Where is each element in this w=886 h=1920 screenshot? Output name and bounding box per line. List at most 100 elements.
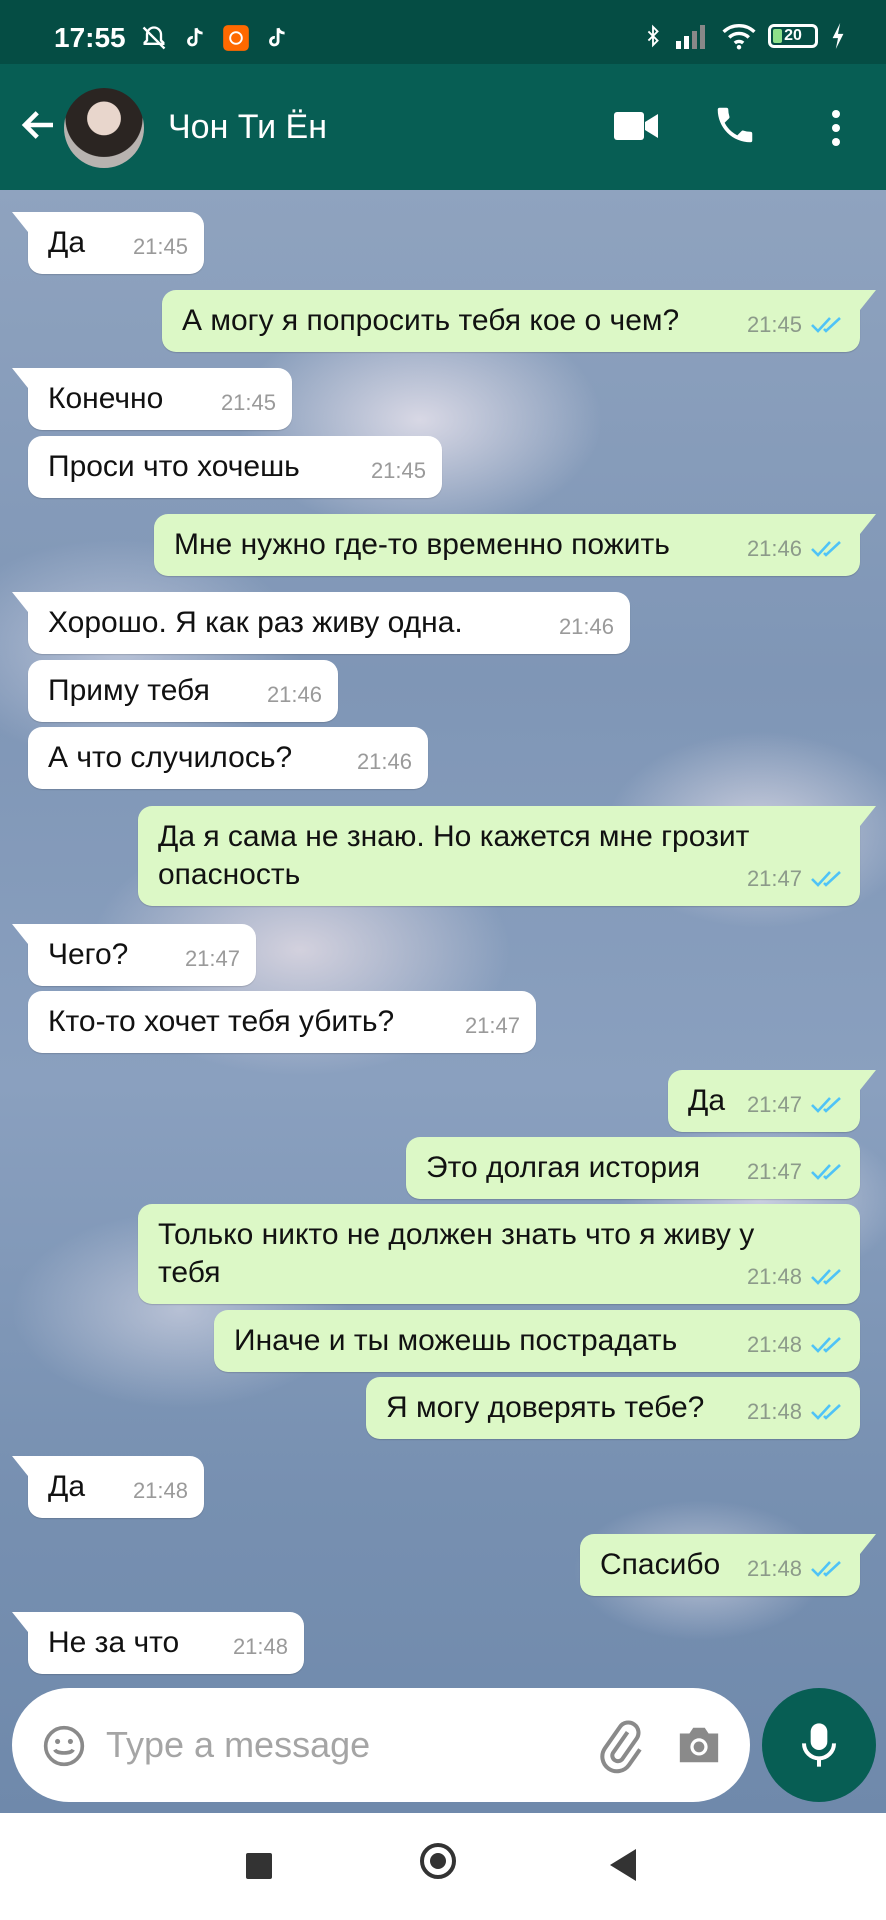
- message-text: Хорошо. Я как раз живу одна.: [48, 606, 463, 639]
- camera-icon[interactable]: [674, 1722, 724, 1768]
- message-text: Мне нужно где-то временно пожить: [174, 528, 670, 561]
- message-text: Только никто не должен знать что я живу …: [158, 1218, 763, 1289]
- message-meta: 21:47: [747, 1153, 844, 1191]
- microphone-icon: [802, 1723, 836, 1767]
- mi-app-icon: [223, 25, 249, 51]
- status-time: 17:55: [54, 22, 126, 53]
- message-time: 21:48: [132, 1478, 188, 1503]
- mute-bell-icon: [142, 26, 166, 50]
- message-list[interactable]: Да 21:45 А могу я попросить тебя кое о ч…: [0, 190, 886, 1813]
- message-meta: 21:48: [233, 1628, 288, 1666]
- message-bubble[interactable]: Приму тебя 21:46: [28, 660, 338, 722]
- voice-record-button[interactable]: [762, 1688, 876, 1802]
- bluetooth-icon: [647, 24, 659, 48]
- message-meta: 21:48: [747, 1550, 844, 1588]
- message-bubble[interactable]: Да 21:47: [668, 1070, 876, 1132]
- message-text: Не за что: [48, 1626, 180, 1659]
- message-bubble[interactable]: Конечно 21:45: [12, 368, 292, 430]
- system-icons: 20: [642, 22, 846, 50]
- read-receipt-icon: [811, 541, 841, 557]
- message-bubble[interactable]: Чего? 21:47: [12, 924, 256, 986]
- message-meta: 21:46: [747, 530, 844, 568]
- back-button[interactable]: [610, 1849, 636, 1881]
- contact-name[interactable]: Чон Ти Ён: [168, 108, 327, 147]
- message-time: 21:45: [132, 234, 188, 259]
- message-text: Да: [48, 1470, 86, 1503]
- read-receipt-icon: [811, 871, 841, 887]
- message-time: 21:45: [220, 390, 276, 415]
- message-time: 21:46: [266, 682, 322, 707]
- message-bubble[interactable]: Не за что 21:48: [12, 1612, 304, 1674]
- tiktok-icon: [187, 27, 203, 47]
- system-nav-bar: [0, 1813, 886, 1920]
- message-time: 21:46: [746, 536, 802, 561]
- message-text: Я могу доверять тебе?: [386, 1391, 705, 1424]
- message-text: Проси что хочешь: [48, 450, 300, 483]
- message-time: 21:46: [356, 749, 412, 774]
- battery-icon: 20: [768, 24, 818, 48]
- message-meta: 21:48: [747, 1258, 844, 1296]
- attach-icon[interactable]: [594, 1720, 648, 1774]
- message-meta: 21:45: [371, 452, 426, 490]
- recent-apps-button[interactable]: [246, 1853, 272, 1879]
- message-bubble[interactable]: Да я сама не знаю. Но кажется мне грозит…: [138, 806, 876, 906]
- message-time: 21:48: [232, 1634, 288, 1659]
- message-bubble[interactable]: Спасибо 21:48: [580, 1534, 876, 1596]
- wifi-icon: [722, 24, 756, 50]
- more-options-icon[interactable]: [826, 108, 846, 148]
- read-receipt-icon: [811, 1164, 841, 1180]
- back-arrow-icon[interactable]: [18, 104, 60, 146]
- message-input[interactable]: [104, 1714, 588, 1776]
- message-bubble[interactable]: Да 21:45: [12, 212, 204, 274]
- message-meta: 21:47: [465, 1007, 520, 1045]
- read-receipt-icon: [811, 1269, 841, 1285]
- voice-call-icon[interactable]: [712, 102, 758, 148]
- message-time: 21:47: [746, 866, 802, 891]
- message-composer: [12, 1688, 750, 1802]
- message-meta: 21:48: [133, 1472, 188, 1510]
- message-bubble[interactable]: Иначе и ты можешь пострадать 21:48: [214, 1310, 860, 1372]
- message-text: Приму тебя: [48, 674, 210, 707]
- message-bubble[interactable]: А что случилось? 21:46: [28, 727, 428, 789]
- read-receipt-icon: [811, 1097, 841, 1113]
- message-bubble[interactable]: Только никто не должен знать что я живу …: [138, 1204, 860, 1304]
- message-text: Да я сама не знаю. Но кажется мне грозит…: [158, 820, 758, 891]
- message-time: 21:47: [746, 1092, 802, 1117]
- message-meta: 21:46: [559, 608, 614, 646]
- message-meta: 21:47: [747, 1086, 844, 1124]
- message-bubble[interactable]: Да 21:48: [12, 1456, 204, 1518]
- battery-level: 20: [784, 27, 802, 44]
- message-time: 21:47: [184, 946, 240, 971]
- message-bubble[interactable]: Я могу доверять тебе? 21:48: [366, 1377, 860, 1439]
- message-time: 21:48: [746, 1399, 802, 1424]
- message-text: Да: [688, 1084, 726, 1117]
- message-text: А что случилось?: [48, 741, 293, 774]
- message-time: 21:47: [464, 1013, 520, 1038]
- read-receipt-icon: [811, 317, 841, 333]
- signal-icon: [676, 25, 705, 49]
- message-bubble[interactable]: А могу я попросить тебя кое о чем? 21:45: [162, 290, 876, 352]
- message-text: Иначе и ты можешь пострадать: [234, 1324, 678, 1357]
- notification-icons: [140, 24, 290, 52]
- message-time: 21:45: [746, 312, 802, 337]
- home-button[interactable]: [420, 1843, 456, 1879]
- message-bubble[interactable]: Мне нужно где-то временно пожить 21:46: [154, 514, 876, 576]
- message-text: Это долгая история: [426, 1151, 701, 1184]
- message-bubble[interactable]: Это долгая история 21:47: [406, 1137, 860, 1199]
- message-bubble[interactable]: Кто-то хочет тебя убить? 21:47: [28, 991, 536, 1053]
- message-time: 21:45: [370, 458, 426, 483]
- message-time: 21:48: [746, 1264, 802, 1289]
- message-meta: 21:47: [185, 940, 240, 978]
- status-bar: 17:55 20: [0, 0, 886, 64]
- tiktok-icon: [269, 27, 285, 47]
- video-call-icon[interactable]: [614, 110, 658, 142]
- message-meta: 21:45: [133, 228, 188, 266]
- emoji-icon[interactable]: [42, 1724, 86, 1768]
- message-text: Спасибо: [600, 1548, 721, 1581]
- message-time: 21:47: [746, 1159, 802, 1184]
- message-bubble[interactable]: Проси что хочешь 21:45: [28, 436, 442, 498]
- message-meta: 21:48: [747, 1326, 844, 1364]
- message-bubble[interactable]: Хорошо. Я как раз живу одна. 21:46: [12, 592, 630, 654]
- avatar[interactable]: [64, 88, 144, 168]
- read-receipt-icon: [811, 1404, 841, 1420]
